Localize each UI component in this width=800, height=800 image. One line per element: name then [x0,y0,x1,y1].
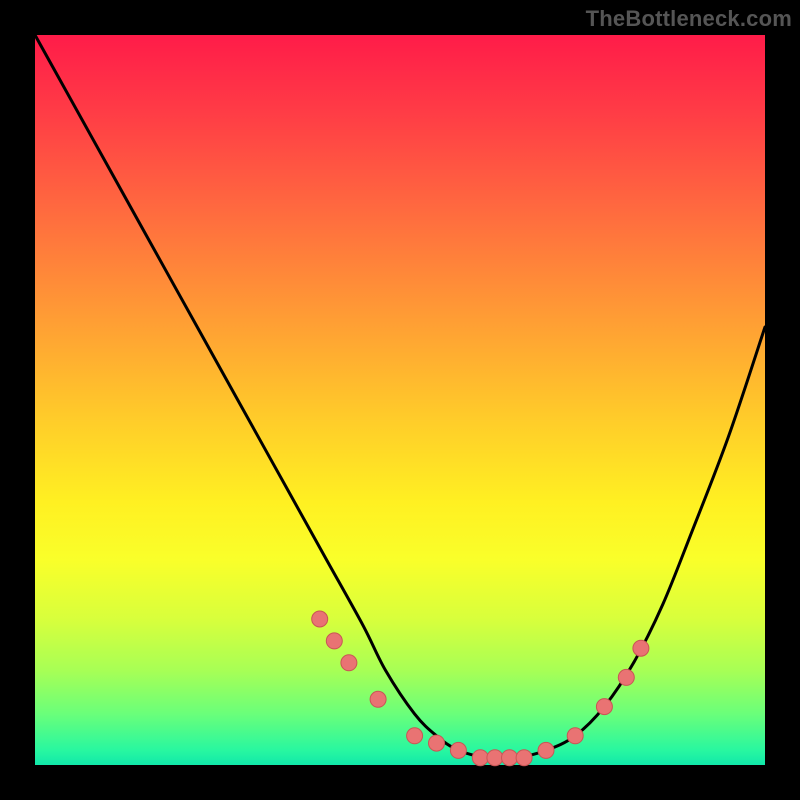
gradient-plot-area [35,35,765,765]
attribution-watermark: TheBottleneck.com [586,6,792,32]
outer-frame: TheBottleneck.com [0,0,800,800]
